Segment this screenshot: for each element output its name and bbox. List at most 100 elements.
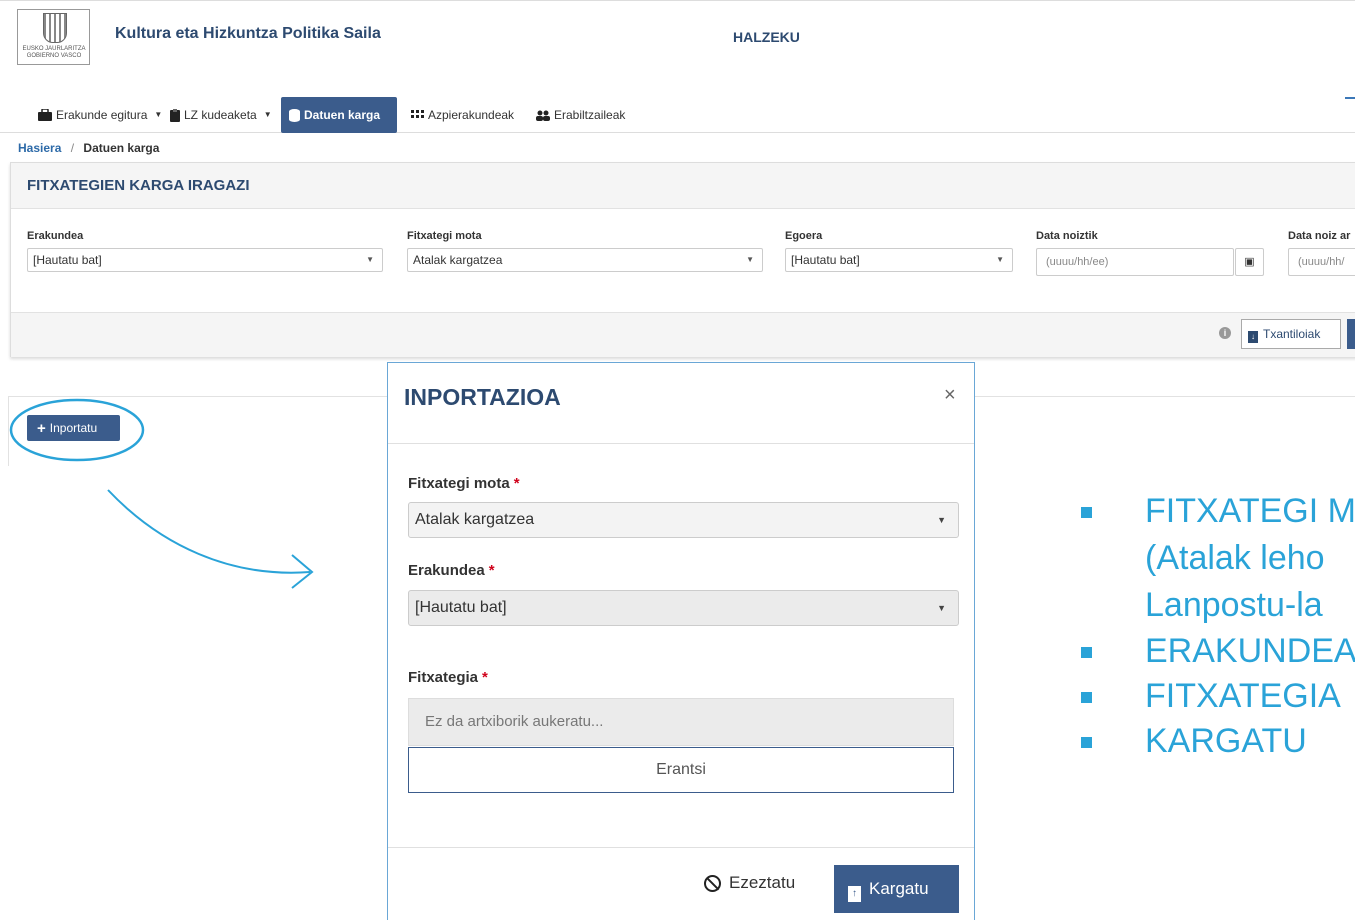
instruction-line: FITXATEGIA bbox=[1145, 677, 1341, 715]
bullet-icon bbox=[1081, 692, 1092, 703]
nav-item-label: LZ kudeaketa bbox=[184, 108, 257, 122]
file-type-label: Fitxategi mota * bbox=[408, 475, 520, 492]
ban-icon bbox=[704, 874, 721, 892]
egoera-filter-select[interactable]: [Hautatu bat] ▼ bbox=[785, 248, 1013, 272]
instruction-line: FITXATEGI M bbox=[1145, 492, 1355, 530]
data-noiztik-label: Data noiztik bbox=[1036, 230, 1098, 242]
egoera-filter-label: Egoera bbox=[785, 230, 823, 242]
nav-item-datuen-karga[interactable]: Datuen karga bbox=[281, 97, 397, 133]
nav-item-erakunde-egitura[interactable]: Erakunde egitura ▼ bbox=[30, 97, 170, 133]
close-icon[interactable]: × bbox=[944, 384, 956, 407]
logo-text: EUSKO JAURLARITZA GOBIERNO VASCO bbox=[20, 46, 88, 60]
chevron-down-icon: ▼ bbox=[263, 110, 272, 119]
department-title: Kultura eta Hizkuntza Politika Saila bbox=[115, 25, 381, 42]
import-button[interactable]: + Inportatu bbox=[27, 415, 120, 441]
file-input[interactable]: Ez da artxiborik aukeratu... bbox=[408, 698, 954, 746]
nav-item-label: Azpierakundeak bbox=[428, 108, 515, 122]
required-mark: * bbox=[488, 562, 495, 579]
file-download-icon: ↓ bbox=[1248, 331, 1258, 343]
attach-button[interactable]: Erantsi bbox=[408, 747, 954, 793]
instruction-line: Lanpostu-la bbox=[1145, 586, 1323, 624]
egoera-filter-value: [Hautatu bat] bbox=[791, 253, 860, 267]
main-nav: Erakunde egitura ▼ LZ kudeaketa ▼ Datuen… bbox=[0, 97, 1355, 133]
data-noiz-arte-label: Data noiz ar bbox=[1288, 230, 1351, 242]
chevron-down-icon: ▼ bbox=[996, 255, 1004, 264]
breadcrumb-separator: / bbox=[70, 141, 75, 155]
erakundea-filter-select[interactable]: [Hautatu bat] ▼ bbox=[27, 248, 383, 272]
bullet-icon bbox=[1081, 507, 1092, 518]
government-logo: EUSKO JAURLARITZA GOBIERNO VASCO bbox=[17, 9, 90, 65]
file-type-value: Atalak kargatzea bbox=[415, 511, 535, 528]
organization-select[interactable]: [Hautatu bat] ▼ bbox=[408, 590, 959, 626]
organization-label: Erakundea * bbox=[408, 562, 495, 579]
app-title: HALZEKU bbox=[733, 29, 800, 45]
plus-icon: + bbox=[37, 420, 46, 437]
fitxategi-mota-filter-value: Atalak kargatzea bbox=[413, 253, 503, 267]
chevron-down-icon: ▼ bbox=[937, 515, 946, 525]
upload-button-label: Kargatu bbox=[869, 879, 929, 898]
instruction-line: KARGATU bbox=[1145, 722, 1307, 760]
data-noiztik-input[interactable]: (uuuu/hh/ee) bbox=[1036, 248, 1234, 276]
search-button-partial[interactable] bbox=[1347, 319, 1355, 349]
grid-icon bbox=[411, 110, 424, 118]
nav-item-label: Erabiltzaileak bbox=[554, 108, 626, 122]
breadcrumb-current: Datuen karga bbox=[83, 141, 160, 155]
organization-value: [Hautatu bat] bbox=[415, 599, 507, 616]
nav-item-label: Erakunde egitura bbox=[56, 108, 148, 122]
breadcrumb-home-link[interactable]: Hasiera bbox=[18, 141, 61, 155]
nav-item-lz-kudeaketa[interactable]: LZ kudeaketa ▼ bbox=[162, 97, 280, 133]
instruction-line: ERAKUNDEA bbox=[1145, 632, 1355, 670]
coat-of-arms-icon bbox=[43, 13, 67, 43]
file-upload-icon: ↑ bbox=[848, 886, 861, 902]
clipboard-icon bbox=[170, 108, 180, 122]
instruction-line: (Atalak leho bbox=[1145, 539, 1325, 577]
organization-label-text: Erakundea bbox=[408, 562, 485, 579]
erakundea-filter-value: [Hautatu bat] bbox=[33, 253, 102, 267]
database-icon bbox=[289, 108, 300, 122]
app-header: EUSKO JAURLARITZA GOBIERNO VASCO Kultura… bbox=[0, 0, 1355, 95]
required-mark: * bbox=[513, 475, 520, 492]
info-icon[interactable]: i bbox=[1219, 327, 1231, 339]
annotation-arrow-curve bbox=[107, 489, 311, 574]
filter-panel: FITXATEGIEN KARGA IRAGAZI Erakundea [Hau… bbox=[10, 162, 1355, 357]
file-label: Fitxategia * bbox=[408, 669, 488, 686]
file-type-select[interactable]: Atalak kargatzea ▼ bbox=[408, 502, 959, 538]
nav-item-erabiltzaileak[interactable]: Erabiltzaileak bbox=[528, 97, 633, 133]
logo-line-2: GOBIERNO VASCO bbox=[26, 53, 82, 59]
templates-button[interactable]: ↓ Txantiloiak bbox=[1241, 319, 1341, 349]
modal-footer-divider bbox=[388, 847, 974, 848]
bullet-icon bbox=[1081, 737, 1092, 748]
import-modal: INPORTAZIOA × Fitxategi mota * Atalak kar… bbox=[387, 362, 975, 920]
filter-panel-footer: i ↓ Txantiloiak bbox=[11, 312, 1355, 357]
cancel-button[interactable]: Ezeztatu bbox=[704, 873, 795, 893]
file-label-text: Fitxategia bbox=[408, 669, 479, 686]
users-icon bbox=[536, 110, 550, 121]
upload-button[interactable]: ↑ Kargatu bbox=[834, 865, 959, 913]
nav-item-azpierakundeak[interactable]: Azpierakundeak bbox=[403, 97, 522, 133]
breadcrumb: Hasiera / Datuen karga bbox=[18, 141, 159, 155]
templates-button-label: Txantiloiak bbox=[1263, 327, 1321, 341]
data-noiz-arte-input[interactable]: (uuuu/hh/ bbox=[1288, 248, 1355, 276]
nav-accent-line bbox=[1345, 97, 1355, 99]
modal-header-divider bbox=[388, 443, 974, 444]
required-mark: * bbox=[482, 669, 488, 686]
briefcase-icon bbox=[38, 109, 52, 121]
fitxategi-mota-filter-label: Fitxategi mota bbox=[407, 230, 482, 242]
bullet-icon bbox=[1081, 647, 1092, 658]
nav-item-label: Datuen karga bbox=[304, 108, 381, 122]
results-panel-border bbox=[975, 396, 1355, 397]
fitxategi-mota-filter-select[interactable]: Atalak kargatzea ▼ bbox=[407, 248, 763, 272]
calendar-icon[interactable]: ▣ bbox=[1235, 248, 1264, 276]
chevron-down-icon: ▼ bbox=[366, 255, 374, 264]
page: EUSKO JAURLARITZA GOBIERNO VASCO Kultura… bbox=[0, 0, 1355, 920]
modal-title: INPORTAZIOA bbox=[404, 384, 561, 410]
chevron-down-icon: ▼ bbox=[937, 603, 946, 613]
chevron-down-icon: ▼ bbox=[746, 255, 754, 264]
erakundea-filter-label: Erakundea bbox=[27, 230, 84, 242]
filter-panel-title: FITXATEGIEN KARGA IRAGAZI bbox=[11, 163, 1355, 209]
file-type-label-text: Fitxategi mota bbox=[408, 475, 510, 492]
cancel-button-label: Ezeztatu bbox=[729, 873, 796, 892]
annotation-arrow-head bbox=[291, 554, 314, 589]
import-button-label: Inportatu bbox=[49, 421, 98, 435]
logo-line-1: EUSKO JAURLARITZA bbox=[22, 46, 86, 52]
